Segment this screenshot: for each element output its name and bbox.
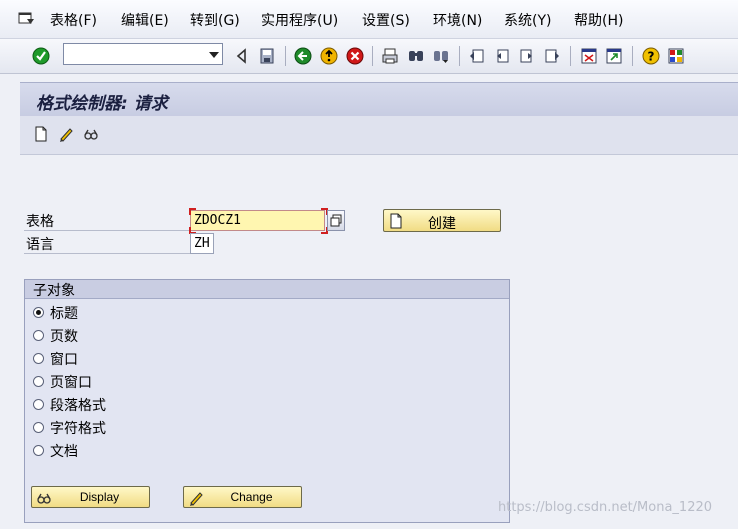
prev-page-icon[interactable] xyxy=(493,47,511,65)
menu-goto[interactable]: 转到(G) xyxy=(190,10,240,30)
menu-help[interactable]: 帮助(H) xyxy=(574,10,623,30)
display-button-label: Display xyxy=(79,490,120,504)
radio-header[interactable] xyxy=(33,307,44,318)
radio-character-formats[interactable] xyxy=(33,422,44,433)
menu-bar: 表格(F) 编辑(E) 转到(G) 实用程序(U) 设置(S) 环境(N) 系统… xyxy=(0,0,738,39)
form-name-input[interactable]: ZDOCZ1 xyxy=(190,210,325,231)
menu-utilities[interactable]: 实用程序(U) xyxy=(261,10,338,30)
radio-page-windows-label[interactable]: 页窗口 xyxy=(50,372,92,392)
watermark: https://blog.csdn.net/Mona_1220 xyxy=(498,500,713,515)
last-page-icon[interactable] xyxy=(543,47,561,65)
toolbar-divider xyxy=(372,46,373,66)
save-icon[interactable] xyxy=(258,47,276,65)
toolbar-divider xyxy=(632,46,633,66)
language-label-underline xyxy=(24,253,190,254)
page-title-bar: 格式绘制器: 请求 xyxy=(20,82,738,117)
radio-pages-label[interactable]: 页数 xyxy=(50,326,78,346)
shortcut-icon[interactable] xyxy=(605,47,623,65)
menu-dropdown-icon[interactable] xyxy=(18,11,36,27)
language-label: 语言 xyxy=(26,237,54,253)
radio-windows[interactable] xyxy=(33,353,44,364)
layout-icon[interactable] xyxy=(667,47,685,65)
command-input[interactable] xyxy=(64,44,208,64)
exit-icon[interactable] xyxy=(320,47,338,65)
display-icon[interactable] xyxy=(83,126,99,142)
radio-pages[interactable] xyxy=(33,330,44,341)
new-session-icon[interactable] xyxy=(580,47,598,65)
command-field[interactable] xyxy=(63,43,223,65)
toolbar-divider xyxy=(570,46,571,66)
radio-documentation[interactable] xyxy=(33,445,44,456)
find-next-icon[interactable] xyxy=(432,47,450,65)
subobjects-group: 子对象 标题 页数 窗口 页窗口 段落格式 字符格式 文档 Display Ch… xyxy=(24,279,510,523)
radio-character-formats-label[interactable]: 字符格式 xyxy=(50,418,106,438)
menu-edit[interactable]: 编辑(E) xyxy=(121,10,169,30)
subobjects-title: 子对象 xyxy=(33,283,75,299)
subobjects-header: 子对象 xyxy=(25,280,509,299)
required-marker xyxy=(189,208,196,215)
change-button-label: Change xyxy=(230,490,273,504)
next-page-icon[interactable] xyxy=(518,47,536,65)
create-button-label: 创建 xyxy=(428,216,456,232)
back-icon[interactable] xyxy=(233,47,251,65)
form-label-underline xyxy=(24,230,190,231)
radio-header-label[interactable]: 标题 xyxy=(50,303,78,323)
language-input[interactable]: ZH xyxy=(190,233,214,254)
help-icon[interactable]: ? xyxy=(642,47,660,65)
menu-settings[interactable]: 设置(S) xyxy=(362,10,410,30)
enter-icon[interactable] xyxy=(32,47,50,65)
value-help-button[interactable] xyxy=(327,210,345,231)
create-icon[interactable] xyxy=(33,126,49,142)
svg-text:?: ? xyxy=(648,50,655,64)
standard-toolbar: ? xyxy=(0,39,738,74)
radio-documentation-label[interactable]: 文档 xyxy=(50,441,78,461)
print-icon[interactable] xyxy=(381,47,399,65)
back-green-icon[interactable] xyxy=(294,47,312,65)
application-toolbar xyxy=(20,116,738,155)
form-label: 表格 xyxy=(26,214,54,230)
change-button[interactable]: Change xyxy=(183,486,302,508)
change-icon[interactable] xyxy=(58,126,74,142)
radio-paragraph-formats[interactable] xyxy=(33,399,44,410)
radio-page-windows[interactable] xyxy=(33,376,44,387)
cancel-icon[interactable] xyxy=(346,47,364,65)
create-button[interactable]: 创建 xyxy=(383,209,501,232)
toolbar-divider xyxy=(285,46,286,66)
menu-form[interactable]: 表格(F) xyxy=(50,10,97,30)
menu-system[interactable]: 系统(Y) xyxy=(504,10,551,30)
find-icon[interactable] xyxy=(407,47,425,65)
value-help-icon xyxy=(330,214,342,227)
display-button[interactable]: Display xyxy=(31,486,150,508)
first-page-icon[interactable] xyxy=(468,47,486,65)
chevron-down-icon[interactable] xyxy=(209,52,219,58)
radio-windows-label[interactable]: 窗口 xyxy=(50,349,78,369)
toolbar-divider xyxy=(459,46,460,66)
page-title: 格式绘制器: 请求 xyxy=(36,94,168,114)
menu-environment[interactable]: 环境(N) xyxy=(433,10,482,30)
radio-paragraph-formats-label[interactable]: 段落格式 xyxy=(50,395,106,415)
